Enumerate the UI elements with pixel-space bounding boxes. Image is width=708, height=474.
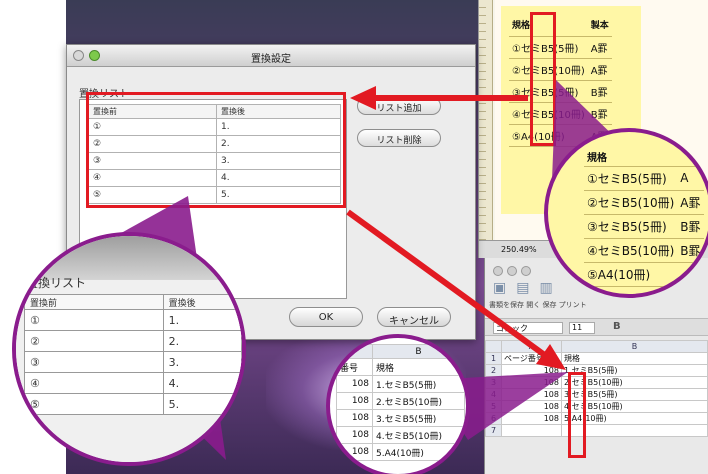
open-icon[interactable]: ▤ — [516, 280, 539, 296]
mag-sheet-r3-a: 108 — [336, 392, 373, 410]
list-add-button[interactable]: リスト追加 — [357, 97, 441, 115]
mag-sheet-r5-a: 108 — [336, 426, 373, 444]
magnifier-list-table: 置換前 置換後 ① 1. ② 2. ③ 3. ④ 4. ⑤ 5. — [24, 294, 242, 415]
dialog-title: 置換設定 — [251, 54, 291, 65]
mag-row-1-after: 1. — [162, 309, 242, 331]
corner-cell[interactable] — [485, 340, 502, 353]
mag-sheet-col-a — [336, 344, 373, 359]
cell-a4[interactable]: 108 — [501, 388, 562, 401]
mag-doc-row-5: ⑤A4(10冊) — [584, 262, 678, 287]
cell-a5[interactable]: 108 — [501, 400, 562, 413]
document-highlight-box — [530, 12, 556, 146]
row-header[interactable]: 7 — [485, 424, 502, 437]
mag-doc-row-2-rule: A罫 — [677, 190, 704, 215]
mag-sheet-r1-b: 規格 — [372, 358, 465, 376]
list-delete-button[interactable]: リスト削除 — [357, 129, 441, 147]
minimize-button[interactable] — [507, 266, 517, 276]
mag-doc-row-4-rule: B罫 — [677, 238, 704, 263]
mag-row-5-before: ⑤ — [24, 393, 164, 415]
cell-a2[interactable]: 108 — [501, 364, 562, 377]
mag-sheet-r3-b: 2.セミB5(10冊) — [372, 392, 465, 410]
mag-doc-row-5-rule — [677, 262, 704, 287]
bold-icon[interactable]: B — [613, 321, 621, 332]
doc-row-3-rule: B罫 — [587, 80, 612, 103]
mag-row-5-after: 5. — [162, 393, 242, 415]
toolbar-icons: ▣▤▥ — [493, 280, 563, 296]
dialog-close-button[interactable] — [73, 50, 84, 61]
zoom-button[interactable] — [521, 266, 531, 276]
col-header-a[interactable]: A — [501, 340, 562, 353]
doc-header-binding: 製本 — [587, 14, 612, 37]
format-bar: ゴシック 11 B — [485, 318, 708, 336]
vertical-ruler — [479, 0, 493, 240]
mag-sheet-r5-b: 4.セミB5(10冊) — [372, 426, 465, 444]
mag-header-after: 置換後 — [162, 294, 242, 310]
row-header[interactable]: 5 — [485, 400, 502, 413]
mag-sheet-r2-a: 108 — [336, 375, 373, 393]
doc-row-2-rule: A罫 — [587, 58, 612, 81]
magnifier-sheet-table: B 番号 規格 108 1.セミB5(5冊) 108 2.セミB5(10冊) 108 3… — [336, 344, 465, 461]
cell-a6[interactable]: 108 — [501, 412, 562, 425]
mag-doc-row-3-rule: B罫 — [677, 214, 704, 239]
mag-sheet-col-b: B — [372, 344, 465, 359]
zoom-level[interactable]: 250.49% — [501, 245, 537, 254]
row-header[interactable]: 4 — [485, 388, 502, 401]
mag-row-2-after: 2. — [162, 330, 242, 352]
font-size-select[interactable]: 11 — [569, 322, 595, 334]
row-header[interactable]: 3 — [485, 376, 502, 389]
doc-row-1-rule: A罫 — [587, 36, 612, 59]
mag-doc-row-1: ①セミB5(5冊) — [584, 166, 678, 191]
dialog-highlight-box — [86, 92, 346, 208]
mag-doc-row-4: ④セミB5(10冊) — [584, 238, 678, 263]
cell-a1[interactable]: ページ番号 — [501, 352, 562, 365]
magnifier-spreadsheet: B 番号 規格 108 1.セミB5(5冊) 108 2.セミB5(10冊) 108 3… — [326, 334, 470, 474]
mag-row-3-after: 3. — [162, 351, 242, 373]
mag-row-2-before: ② — [24, 330, 164, 352]
mag-doc-header: 規格 — [584, 148, 704, 167]
mag-sheet-r2-b: 1.セミB5(5冊) — [372, 375, 465, 393]
mag-doc-row-2: ②セミB5(10冊) — [584, 190, 678, 215]
spreadsheet-highlight-box — [568, 372, 586, 458]
magnifier-list-label: 置換リスト — [26, 276, 87, 290]
mag-doc-row-1-rule: A — [677, 166, 704, 191]
toolbar-labels: 書類を保存 開く 保存 プリント — [489, 301, 587, 309]
cancel-button[interactable]: キャンセル — [377, 307, 451, 327]
font-name-select[interactable]: ゴシック — [493, 322, 563, 334]
mag-row-4-after: 4. — [162, 372, 242, 394]
dialog-zoom-button[interactable] — [89, 50, 100, 61]
row-header[interactable]: 2 — [485, 364, 502, 377]
spreadsheet-grid: A B 1 ページ番号 規格 2 108 1.セミB5(5冊) 3 108 2.セミB5(1… — [485, 340, 708, 437]
col-header-b[interactable]: B — [561, 340, 708, 353]
mag-sheet-r6-a: 108 — [336, 443, 373, 461]
ok-button[interactable]: OK — [289, 307, 363, 327]
magnifier-dialog-list: 置換リスト 置換前 置換後 ① 1. ② 2. ③ 3. ④ 4. ⑤ 5. — [12, 232, 246, 466]
cell-a7[interactable] — [501, 424, 562, 437]
mag-row-3-before: ③ — [24, 351, 164, 373]
mag-header-before: 置換前 — [24, 294, 164, 310]
mag-sheet-r1-a: 番号 — [336, 358, 373, 376]
row-header[interactable]: 6 — [485, 412, 502, 425]
doc-row-4-rule: B罫 — [587, 102, 612, 125]
close-button[interactable] — [493, 266, 503, 276]
new-document-icon[interactable]: ▣ — [493, 280, 516, 296]
row-header[interactable]: 1 — [485, 352, 502, 365]
dialog-titlebar: 置換設定 — [67, 45, 475, 67]
save-icon[interactable]: ▥ — [539, 280, 562, 296]
magnifier-document: 規格 ①セミB5(5冊) A ②セミB5(10冊) A罫 ③セミB5(5冊) B罫 ④… — [544, 128, 708, 298]
mag-doc-row-3: ③セミB5(5冊) — [584, 214, 678, 239]
cell-a3[interactable]: 108 — [501, 376, 562, 389]
document-spec-table: 規格 製本 ①セミB5(5冊) A罫 ②セミB5(10冊) A罫 ③セミB5(5冊) B… — [509, 14, 612, 147]
mag-sheet-r4-a: 108 — [336, 409, 373, 427]
mag-sheet-r4-b: 3.セミB5(5冊) — [372, 409, 465, 427]
cell-b1[interactable]: 規格 — [561, 352, 708, 365]
mag-sheet-r6-b: 5.A4(10冊) — [372, 443, 465, 461]
magnifier-doc-table: 規格 ①セミB5(5冊) A ②セミB5(10冊) A罫 ③セミB5(5冊) B罫 ④… — [584, 148, 704, 287]
mag-row-4-before: ④ — [24, 372, 164, 394]
mag-row-1-before: ① — [24, 309, 164, 331]
